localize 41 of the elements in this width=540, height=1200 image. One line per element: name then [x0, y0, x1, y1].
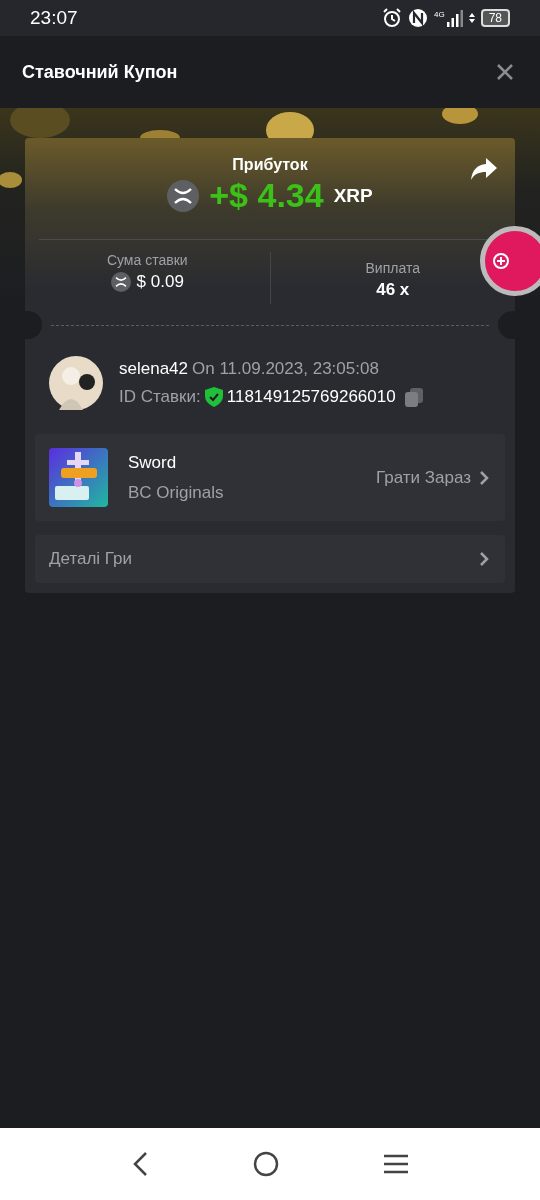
- signal-icon: [446, 9, 463, 27]
- share-icon[interactable]: [471, 158, 497, 180]
- copy-icon[interactable]: [403, 387, 424, 407]
- profit-label: Прибуток: [232, 156, 308, 174]
- game-name: Sword: [128, 452, 178, 473]
- menu-icon[interactable]: [383, 1154, 408, 1174]
- stat-label: Виплата: [365, 260, 420, 276]
- username: selena42: [119, 359, 188, 379]
- coin-drawing: [442, 108, 478, 124]
- nfc-icon: [407, 8, 428, 28]
- close-icon[interactable]: [496, 63, 514, 81]
- network-type: 4G: [433, 10, 445, 19]
- bet-date: On 11.09.2023, 23:05:08: [192, 359, 379, 379]
- stat-label: Сума ставки: [106, 252, 188, 268]
- plus-icon: [493, 253, 509, 269]
- battery-level: 78: [480, 9, 510, 27]
- chevron-right-icon: [479, 551, 489, 567]
- stat-value: 46 x: [376, 280, 410, 300]
- game-provider: BC Originals: [128, 482, 225, 503]
- play-now-link[interactable]: Грати Зараз: [375, 467, 489, 488]
- home-icon[interactable]: [253, 1151, 279, 1177]
- data-arrows-icon: [468, 13, 475, 23]
- shield-check-icon: [204, 387, 223, 407]
- back-icon[interactable]: [132, 1151, 149, 1177]
- xrp-coin-icon: [167, 179, 200, 212]
- game-tile[interactable]: Sword BC Originals Грати Зараз: [35, 434, 505, 521]
- chevron-right-icon: [479, 469, 489, 486]
- bet-id: 118149125769266010: [226, 387, 396, 407]
- page-title: Ставочний Купон: [22, 61, 178, 83]
- coin-drawing: [0, 172, 22, 188]
- currency-label: XRP: [333, 184, 373, 207]
- coin-drawing: [10, 108, 70, 138]
- stat-value: $ 0.09: [136, 272, 184, 292]
- avatar: [49, 356, 103, 410]
- xrp-coin-icon: [110, 272, 131, 292]
- bet-id-label: ID Ставки:: [119, 387, 201, 407]
- game-details-row[interactable]: Деталі Гри: [35, 535, 505, 583]
- status-time: 23:07: [30, 7, 78, 29]
- game-details-label: Деталі Гри: [49, 549, 133, 569]
- profit-amount: +$ 4.34: [209, 176, 324, 215]
- alarm-icon: [381, 8, 402, 28]
